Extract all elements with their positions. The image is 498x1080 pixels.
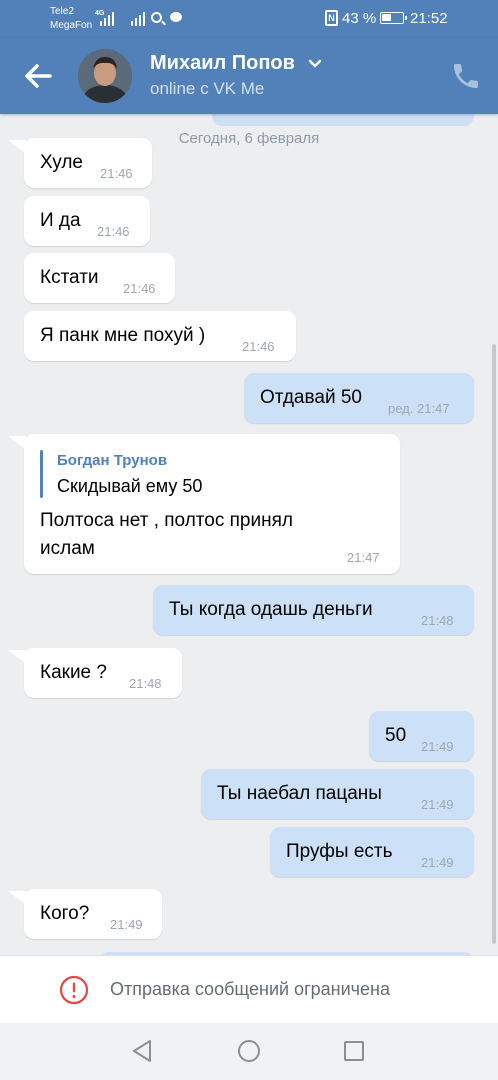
message-time: 21:49 bbox=[421, 739, 454, 754]
status-bar: Tele2 MegaFon 4G N 43 % 21:52 bbox=[0, 0, 498, 38]
message-bubble-outgoing[interactable]: Ты наебал пацаны 21:49 bbox=[201, 769, 474, 819]
message-time: 21:46 bbox=[123, 281, 156, 296]
message-text: 50 bbox=[385, 725, 407, 746]
messaging-restricted-banner: Отправка сообщений ограничена bbox=[0, 955, 498, 1023]
avatar-photo bbox=[78, 49, 132, 103]
arrow-left-icon bbox=[25, 64, 52, 88]
message-time: 21:49 bbox=[110, 917, 143, 932]
carrier-2: MegaFon bbox=[50, 20, 93, 31]
message-list[interactable]: Сегодня, 6 февраля Хуле 21:46 И да 21:46… bbox=[0, 114, 498, 955]
online-status: online с VK Me bbox=[150, 79, 265, 98]
message-text: Кстати bbox=[40, 267, 99, 288]
avatar[interactable] bbox=[78, 49, 132, 103]
battery-percent: 43 % bbox=[342, 10, 377, 27]
reply-text: Скидывай ему 50 bbox=[57, 476, 203, 496]
message-bubble-outgoing[interactable]: 50 21:49 bbox=[369, 711, 474, 761]
message-time: 21:49 bbox=[421, 855, 454, 870]
message-text: Я панк мне похуй ) bbox=[40, 325, 206, 346]
message-bubble-incoming[interactable]: Кого? 21:49 bbox=[24, 889, 162, 939]
circle-home-icon[interactable] bbox=[236, 1038, 262, 1064]
scrollbar[interactable] bbox=[492, 344, 496, 944]
message-text: Отдавай 50 bbox=[260, 387, 362, 408]
message-bubble-outgoing[interactable]: Пруфы есть 21:49 bbox=[270, 827, 474, 877]
chevron-down-icon[interactable] bbox=[306, 54, 324, 72]
message-time: 21:49 bbox=[421, 797, 454, 812]
message-time: 21:47 bbox=[347, 550, 380, 565]
message-time: ред. 21:47 bbox=[388, 401, 450, 416]
reply-author[interactable]: Богдан Трунов bbox=[57, 452, 167, 469]
reply-quote-bar bbox=[40, 450, 43, 498]
message-bubble-outgoing[interactable]: Отдавай 50 ред. 21:47 bbox=[244, 373, 474, 423]
phone-icon bbox=[454, 64, 478, 88]
restricted-message: Отправка сообщений ограничена bbox=[110, 979, 390, 999]
signal-icon bbox=[100, 10, 114, 26]
call-button[interactable] bbox=[450, 60, 482, 92]
chat-header: Михаил Попов online с VK Me bbox=[0, 38, 498, 114]
message-time: 21:48 bbox=[421, 613, 454, 628]
message-bubble-incoming[interactable]: Кстати 21:46 bbox=[24, 253, 175, 303]
message-bubble-incoming[interactable]: Какие ? 21:48 bbox=[24, 648, 182, 698]
square-recents-icon[interactable] bbox=[341, 1038, 367, 1064]
carrier-names: Tele2 MegaFon bbox=[50, 5, 92, 33]
previous-message-bubble bbox=[212, 114, 474, 126]
message-time: 21:48 bbox=[129, 676, 162, 691]
message-text: ислам bbox=[40, 538, 95, 559]
message-text: Кого? bbox=[40, 903, 90, 924]
nfc-icon: N bbox=[325, 10, 338, 26]
triangle-back-icon[interactable] bbox=[129, 1038, 155, 1064]
message-text: Ты наебал пацаны bbox=[217, 783, 382, 804]
message-bubble-incoming[interactable]: И да 21:46 bbox=[24, 196, 150, 246]
message-text: Хуле bbox=[40, 152, 83, 173]
exclamation-circle-icon bbox=[59, 975, 89, 1005]
message-bubble-outgoing[interactable]: Ты когда одашь деньги 21:48 bbox=[153, 585, 474, 635]
message-bubble-incoming-reply[interactable]: Богдан Трунов Скидывай ему 50 Полтоса не… bbox=[24, 434, 400, 574]
message-text: И да bbox=[40, 210, 81, 231]
message-text: Пруфы есть bbox=[286, 841, 393, 862]
status-time: 21:52 bbox=[410, 10, 448, 27]
message-bubble-incoming[interactable]: Хуле 21:46 bbox=[24, 138, 152, 188]
signal-icon bbox=[131, 10, 145, 26]
contact-name[interactable]: Михаил Попов bbox=[150, 52, 295, 75]
message-text: Полтоса нет , полтос принял bbox=[40, 510, 293, 531]
carrier-1: Tele2 bbox=[50, 6, 74, 17]
message-text: Ты когда одашь деньги bbox=[169, 599, 373, 620]
search-icon bbox=[151, 12, 162, 23]
message-time: 21:46 bbox=[100, 166, 133, 181]
message-bubble-incoming[interactable]: Я панк мне похуй ) 21:46 bbox=[24, 311, 296, 361]
system-navigation-bar bbox=[0, 1023, 498, 1080]
battery-icon bbox=[380, 12, 407, 24]
back-button[interactable] bbox=[16, 56, 60, 96]
message-text: Какие ? bbox=[40, 662, 107, 683]
chat-notification-icon bbox=[170, 12, 182, 22]
message-time: 21:46 bbox=[242, 339, 275, 354]
message-time: 21:46 bbox=[97, 224, 130, 239]
